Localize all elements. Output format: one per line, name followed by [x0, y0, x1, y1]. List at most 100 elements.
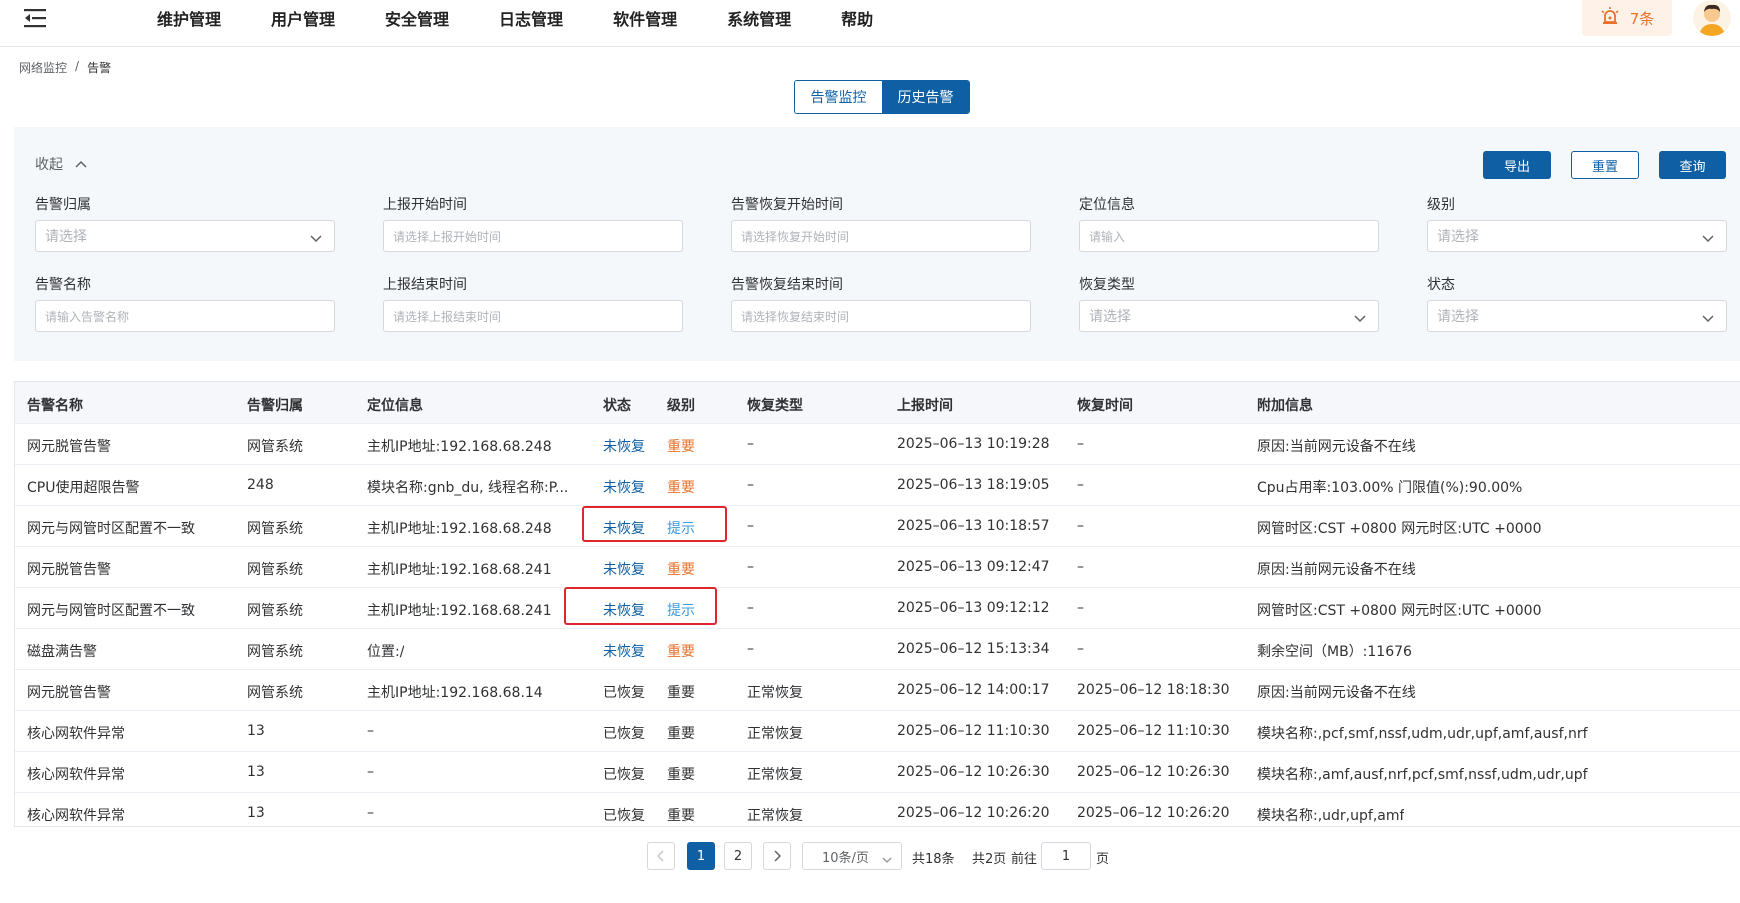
alarm-count-button[interactable]: 7条 — [1582, 0, 1672, 36]
cell-alarm-owner: 248 — [247, 477, 274, 493]
chevron-up-icon — [75, 156, 87, 172]
nav-maintenance[interactable]: 维护管理 — [157, 6, 221, 30]
cell-alarm-name: 核心网软件异常 — [27, 767, 125, 783]
query-button[interactable]: 查询 — [1659, 151, 1726, 179]
cell-report-time: 2025–06–12 14:00:17 — [897, 682, 1050, 698]
recover-start-label: 告警恢复开始时间 — [731, 197, 843, 213]
nav-logs[interactable]: 日志管理 — [499, 6, 563, 30]
table-row[interactable]: 核心网软件异常 13 – 已恢复 重要 正常恢复 2025–06–12 11:10:30 20… — [15, 711, 1740, 752]
page-size-select[interactable]: 10条/页 — [802, 842, 902, 870]
table-row[interactable]: CPU使用超限告警 248 模块名称:gnb_du, 线程名称:P... 未恢复 重要 –… — [15, 465, 1740, 506]
cell-status: 未恢复 — [603, 439, 645, 455]
cell-alarm-owner: 网管系统 — [247, 603, 303, 619]
cell-status: 已恢复 — [603, 767, 645, 783]
reset-button[interactable]: 重置 — [1571, 151, 1639, 179]
table-row[interactable]: 网元脱管告警 网管系统 主机IP地址:192.168.68.241 未恢复 重要 – 202… — [15, 547, 1740, 588]
cell-location: 主机IP地址:192.168.68.248 — [367, 439, 552, 455]
cell-level: 重要 — [667, 439, 695, 455]
next-page-button[interactable] — [763, 842, 791, 870]
table-row[interactable]: 网元脱管告警 网管系统 主机IP地址:192.168.68.14 已恢复 重要 正常恢复 2… — [15, 670, 1740, 711]
cell-recover-time: – — [1077, 559, 1084, 575]
nav-users[interactable]: 用户管理 — [271, 6, 335, 30]
cell-alarm-name: 网元与网管时区配置不一致 — [27, 521, 195, 537]
cell-level: 重要 — [667, 644, 695, 660]
level-select[interactable]: 请选择 — [1427, 220, 1727, 252]
cell-recover-time: – — [1077, 641, 1084, 657]
collapse-toggle[interactable]: 收起 — [35, 154, 87, 174]
export-button[interactable]: 导出 — [1483, 151, 1551, 179]
breadcrumb-current: 告警 — [87, 61, 112, 75]
report-start-placeholder: 请选择上报开始时间 — [393, 229, 502, 244]
col-report-time: 上报时间 — [897, 398, 953, 414]
breadcrumb: 网络监控 / 告警 — [19, 59, 111, 76]
table-row[interactable]: 网元与网管时区配置不一致 网管系统 主机IP地址:192.168.68.248 未恢复… — [15, 506, 1740, 547]
cell-extra-info: 原因:当前网元设备不在线 — [1257, 685, 1416, 701]
table-row[interactable]: 网元脱管告警 网管系统 主机IP地址:192.168.68.248 未恢复 重要 – 202… — [15, 424, 1740, 465]
report-start-picker[interactable]: 请选择上报开始时间 — [383, 220, 683, 252]
cell-location: 主机IP地址:192.168.68.241 — [367, 562, 552, 578]
nav-system[interactable]: 系统管理 — [727, 6, 791, 30]
nav-help[interactable]: 帮助 — [841, 6, 873, 30]
cell-report-time: 2025–06–13 10:18:57 — [897, 518, 1050, 534]
location-placeholder: 请输入 — [1089, 229, 1126, 244]
chevron-down-icon — [1702, 311, 1714, 327]
breadcrumb-parent[interactable]: 网络监控 — [19, 59, 67, 76]
alarm-name-label: 告警名称 — [35, 277, 91, 293]
cell-recover-time: 2025–06–12 10:26:30 — [1077, 764, 1230, 780]
nav-software[interactable]: 软件管理 — [613, 6, 677, 30]
recover-start-placeholder: 请选择恢复开始时间 — [741, 229, 850, 244]
cell-alarm-name: 网元与网管时区配置不一致 — [27, 603, 195, 619]
alarm-owner-placeholder: 请选择 — [45, 229, 87, 245]
user-avatar[interactable] — [1693, 0, 1731, 36]
cell-alarm-owner: 网管系统 — [247, 685, 303, 701]
tab-alarm-monitor[interactable]: 告警监控 — [795, 81, 882, 113]
cell-recover-time: 2025–06–12 11:10:30 — [1077, 723, 1230, 739]
alarm-owner-select[interactable]: 请选择 — [35, 220, 335, 252]
status-placeholder: 请选择 — [1437, 309, 1479, 325]
status-label: 状态 — [1427, 277, 1455, 293]
recover-start-picker[interactable]: 请选择恢复开始时间 — [731, 220, 1031, 252]
table-row[interactable]: 磁盘满告警 网管系统 位置:/ 未恢复 重要 – 2025–06–12 15:13:34 – 剩… — [15, 629, 1740, 670]
cell-recover-time: – — [1077, 477, 1084, 493]
cell-location: 位置:/ — [367, 644, 405, 660]
cell-report-time: 2025–06–12 15:13:34 — [897, 641, 1050, 657]
cell-extra-info: 剩余空间（MB）:11676 — [1257, 644, 1412, 660]
table-row[interactable]: 核心网软件异常 13 – 已恢复 重要 正常恢复 2025–06–12 10:26:20 20… — [15, 793, 1740, 826]
cell-report-time: 2025–06–13 09:12:47 — [897, 559, 1050, 575]
alarm-name-input[interactable]: 请输入告警名称 — [35, 300, 335, 332]
cell-recover-type: – — [747, 559, 754, 575]
cell-alarm-owner: 网管系统 — [247, 562, 303, 578]
goto-prefix: 前往 — [1011, 852, 1038, 867]
table-body: 网元脱管告警 网管系统 主机IP地址:192.168.68.248 未恢复 重要 –202… — [15, 424, 1740, 826]
cell-recover-time: – — [1077, 518, 1084, 534]
cell-level: 重要 — [667, 685, 695, 701]
cell-report-time: 2025–06–12 10:26:30 — [897, 764, 1050, 780]
cell-alarm-name: 网元脱管告警 — [27, 562, 111, 578]
goto-page-input[interactable]: 1 — [1041, 842, 1091, 870]
nav-security[interactable]: 安全管理 — [385, 6, 449, 30]
chevron-down-icon — [310, 231, 322, 247]
prev-page-button[interactable] — [647, 842, 675, 870]
recover-end-picker[interactable]: 请选择恢复结束时间 — [731, 300, 1031, 332]
table-row[interactable]: 核心网软件异常 13 – 已恢复 重要 正常恢复 2025–06–12 10:26:30 20… — [15, 752, 1740, 793]
cell-location: 主机IP地址:192.168.68.248 — [367, 521, 552, 537]
cell-status: 未恢复 — [603, 521, 645, 537]
menu-fold-icon[interactable] — [24, 7, 48, 29]
status-select[interactable]: 请选择 — [1427, 300, 1727, 332]
location-input[interactable]: 请输入 — [1079, 220, 1379, 252]
cell-recover-type: – — [747, 600, 754, 616]
cell-recover-type: 正常恢复 — [747, 767, 803, 783]
cell-report-time: 2025–06–13 18:19:05 — [897, 477, 1050, 493]
report-start-label: 上报开始时间 — [383, 197, 467, 213]
page-1-button[interactable]: 1 — [687, 842, 715, 870]
tab-alarm-history[interactable]: 历史告警 — [882, 81, 969, 113]
page-2-button[interactable]: 2 — [724, 842, 752, 870]
cell-status: 未恢复 — [603, 480, 645, 496]
alarm-owner-label: 告警归属 — [35, 197, 91, 213]
recover-type-select[interactable]: 请选择 — [1079, 300, 1379, 332]
col-alarm-name: 告警名称 — [27, 398, 83, 414]
alarm-count: 7条 — [1629, 9, 1655, 28]
table-row[interactable]: 网元与网管时区配置不一致 网管系统 主机IP地址:192.168.68.241 未恢复… — [15, 588, 1740, 629]
report-end-picker[interactable]: 请选择上报结束时间 — [383, 300, 683, 332]
cell-recover-time: – — [1077, 600, 1084, 616]
